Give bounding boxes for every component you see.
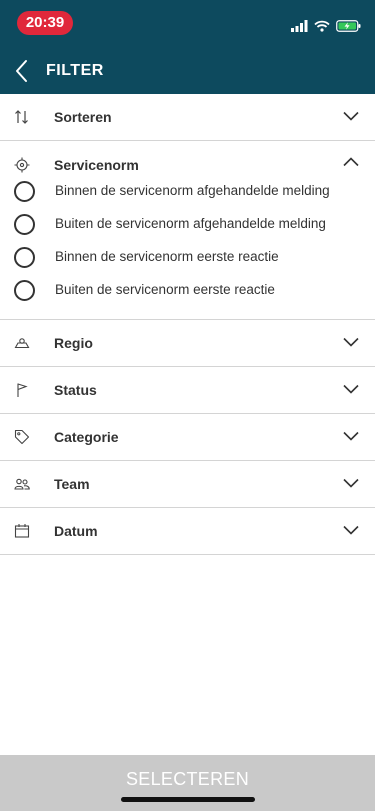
radio-button[interactable] — [14, 247, 35, 268]
filter-section-categorie[interactable]: Categorie — [0, 414, 375, 461]
section-label: Categorie — [54, 429, 119, 445]
servicenorm-option[interactable]: Binnen de servicenorm eerste reactie — [14, 247, 364, 269]
filter-section-status[interactable]: Status — [0, 367, 375, 414]
sort-icon — [15, 110, 28, 124]
team-icon — [14, 478, 30, 490]
radio-button[interactable] — [14, 280, 35, 301]
section-label: Datum — [54, 523, 98, 539]
chevron-down-icon — [343, 478, 359, 488]
status-time: 20:39 — [17, 11, 73, 35]
back-arrow-icon[interactable] — [12, 58, 34, 84]
target-icon — [14, 157, 30, 173]
home-indicator — [121, 797, 255, 802]
filter-section-team[interactable]: Team — [0, 461, 375, 508]
app-header: 20:39 FILTER — [0, 0, 375, 94]
calendar-icon — [14, 524, 30, 538]
option-label: Buiten de servicenorm eerste reactie — [55, 282, 275, 297]
battery-icon — [336, 20, 361, 32]
section-label[interactable]: Servicenorm — [54, 157, 139, 173]
page-title: FILTER — [46, 62, 104, 79]
radio-button[interactable] — [14, 214, 35, 235]
chevron-down-icon — [343, 111, 359, 121]
section-label: Sorteren — [54, 109, 112, 125]
option-label: Binnen de servicenorm afgehandelde meldi… — [55, 183, 330, 198]
tag-icon — [14, 429, 30, 445]
chevron-down-icon — [343, 384, 359, 394]
servicenorm-option[interactable]: Buiten de servicenorm afgehandelde meldi… — [14, 214, 364, 236]
servicenorm-option[interactable]: Buiten de servicenorm eerste reactie — [14, 280, 364, 302]
option-label: Buiten de servicenorm afgehandelde meldi… — [55, 216, 326, 231]
section-label: Status — [54, 382, 97, 398]
section-label: Team — [54, 476, 90, 492]
chevron-down-icon — [343, 337, 359, 347]
signal-icon — [291, 20, 308, 32]
wifi-icon — [314, 20, 330, 32]
flag-icon — [17, 383, 28, 397]
filter-section-datum[interactable]: Datum — [0, 508, 375, 555]
filter-section-regio[interactable]: Regio — [0, 320, 375, 367]
option-label: Binnen de servicenorm eerste reactie — [55, 249, 279, 264]
filter-section-sorteren[interactable]: Sorteren — [0, 94, 375, 141]
navigation-bar: FILTER — [0, 48, 375, 94]
filter-section-servicenorm: Servicenorm Binnen de servicenorm afgeha… — [0, 141, 375, 320]
chevron-up-icon[interactable] — [343, 157, 359, 167]
select-button[interactable]: SELECTEREN — [0, 769, 375, 790]
chevron-down-icon — [343, 525, 359, 535]
chevron-down-icon — [343, 431, 359, 441]
servicenorm-option[interactable]: Binnen de servicenorm afgehandelde meldi… — [14, 181, 364, 203]
radio-button[interactable] — [14, 181, 35, 202]
section-label: Regio — [54, 335, 93, 351]
status-icons — [291, 18, 361, 34]
region-icon — [14, 338, 30, 349]
select-button-bar[interactable]: SELECTEREN — [0, 755, 375, 811]
